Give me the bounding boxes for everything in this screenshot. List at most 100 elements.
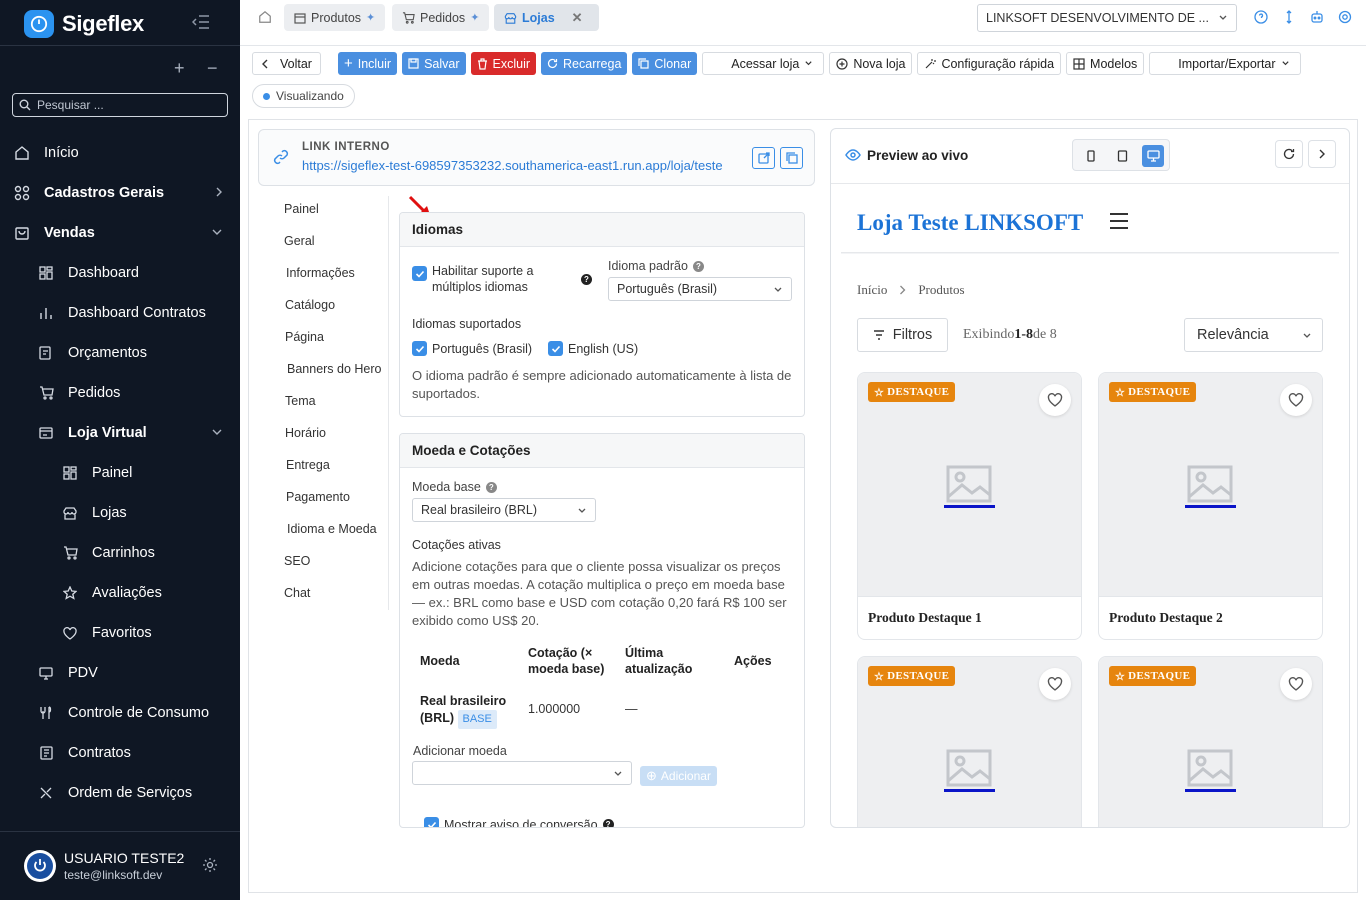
checkbox-checked-icon — [412, 341, 427, 356]
sort-select[interactable]: Relevância — [1184, 318, 1323, 352]
subnav-pagamento[interactable]: Pagamento — [286, 490, 350, 504]
sidebar-item-dashboard[interactable]: Dashboard — [0, 253, 240, 293]
subnav-chat[interactable]: Chat — [284, 586, 310, 600]
sidebar-item-lojas[interactable]: Lojas — [0, 493, 240, 533]
product-name[interactable]: Produto Destaque 1 — [858, 596, 1081, 638]
favorite-heart-icon[interactable] — [1039, 384, 1071, 416]
link-url[interactable]: https://sigeflex-test-698597353232.south… — [302, 158, 723, 173]
importar-exportar-button[interactable]: Importar/Exportar — [1149, 52, 1301, 75]
pin-icon[interactable]: ✦ — [366, 11, 375, 24]
favorite-heart-icon[interactable] — [1280, 668, 1312, 700]
subnav-horario[interactable]: Horário — [285, 426, 326, 440]
tab-lojas[interactable]: Lojas ✕ — [494, 4, 599, 31]
user-settings-icon[interactable] — [202, 857, 218, 873]
sidebar-item-vendas[interactable]: Vendas — [0, 213, 240, 253]
tab-pedidos[interactable]: Pedidos ✦ — [392, 4, 490, 31]
sidebar-item-cadastros-gerais[interactable]: Cadastros Gerais — [0, 173, 240, 213]
subnav-pagina[interactable]: Página — [285, 330, 324, 344]
desktop-view-icon[interactable] — [1142, 145, 1164, 167]
default-language-select[interactable]: Português (Brasil) — [608, 277, 792, 301]
robot-icon[interactable] — [1310, 10, 1324, 24]
excluir-button[interactable]: Excluir — [470, 52, 537, 75]
product-card[interactable]: ☆ DESTAQUE — [1098, 656, 1323, 827]
company-select[interactable]: LINKSOFT DESENVOLVIMENTO DE ... — [977, 4, 1237, 32]
sidebar-item-avaliacoes[interactable]: Avaliações — [0, 573, 240, 613]
subnav-tema[interactable]: Tema — [285, 394, 316, 408]
default-language-hint: O idioma padrão é sempre adicionado auto… — [412, 368, 792, 401]
help-icon[interactable] — [1254, 10, 1268, 24]
expand-all-button[interactable]: + — [174, 58, 185, 78]
favorite-heart-icon[interactable] — [1280, 384, 1312, 416]
subnav-catalogo[interactable]: Catálogo — [285, 298, 335, 312]
favorite-heart-icon[interactable] — [1039, 668, 1071, 700]
conversion-notice-checkbox[interactable]: Mostrar aviso de conversão ? — [424, 817, 614, 827]
collapse-sidebar-icon[interactable] — [192, 14, 210, 30]
sidebar-item-dashboard-contratos[interactable]: Dashboard Contratos — [0, 293, 240, 333]
sidebar-item-painel[interactable]: Painel — [0, 453, 240, 493]
help-icon[interactable]: ? — [485, 481, 497, 493]
sidebar-item-loja-virtual[interactable]: Loja Virtual — [0, 413, 240, 453]
sidebar-item-favoritos[interactable]: Favoritos — [0, 613, 240, 653]
clonar-button[interactable]: Clonar — [632, 52, 698, 75]
tab-produtos[interactable]: Produtos ✦ — [284, 4, 386, 31]
help-icon[interactable]: ? — [602, 819, 614, 827]
breadcrumb-item[interactable]: Início — [857, 282, 887, 298]
recarrega-button[interactable]: Recarrega — [541, 52, 628, 75]
product-card[interactable]: ☆ DESTAQUE — [857, 656, 1082, 827]
sidebar-item-carrinhos[interactable]: Carrinhos — [0, 533, 240, 573]
collapse-all-button[interactable]: − — [207, 58, 218, 78]
subnav-geral[interactable]: Geral — [284, 234, 315, 248]
base-currency-select[interactable]: Real brasileiro (BRL) — [412, 498, 596, 522]
subnav-seo[interactable]: SEO — [284, 554, 310, 568]
help-icon[interactable]: ? — [581, 274, 592, 285]
subnav-informacoes[interactable]: Informações — [286, 266, 355, 280]
settings-icon[interactable] — [1338, 10, 1352, 24]
product-card[interactable]: ☆ DESTAQUE Produto Destaque 2 — [1098, 372, 1323, 640]
sidebar-item-pdv[interactable]: PDV — [0, 653, 240, 693]
tablet-view-icon[interactable] — [1111, 145, 1133, 167]
resize-icon[interactable] — [1282, 10, 1296, 24]
language-option-pt[interactable]: Português (Brasil) — [412, 341, 532, 356]
sidebar-item-orcamentos[interactable]: Orçamentos — [0, 333, 240, 373]
incluir-button[interactable]: + Incluir — [337, 52, 398, 75]
next-button[interactable] — [1308, 140, 1336, 168]
subnav-idioma-moeda[interactable]: Idioma e Moeda — [287, 522, 377, 536]
sidebar-item-pedidos[interactable]: Pedidos — [0, 373, 240, 413]
home-icon[interactable] — [258, 10, 272, 24]
back-button[interactable]: Voltar — [252, 52, 321, 75]
filters-button[interactable]: Filtros — [857, 318, 948, 352]
modelos-button[interactable]: Modelos — [1066, 52, 1145, 75]
pin-icon[interactable]: ✦ — [470, 11, 479, 24]
mobile-view-icon[interactable] — [1080, 145, 1102, 167]
nova-loja-button[interactable]: Nova loja — [829, 52, 913, 75]
app-logo[interactable]: Sigeflex — [24, 10, 144, 38]
add-currency-select[interactable] — [412, 761, 632, 785]
user-profile[interactable]: USUARIO TESTE2 teste@linksoft.dev — [0, 831, 240, 900]
help-icon[interactable]: ? — [692, 260, 704, 272]
subnav-painel[interactable]: Painel — [284, 202, 319, 216]
product-card[interactable]: ☆ DESTAQUE Produto Destaque 1 — [857, 372, 1082, 640]
image-placeholder-icon — [1187, 749, 1233, 787]
store-name[interactable]: Loja Teste LINKSOFT — [857, 210, 1083, 236]
hamburger-menu-icon[interactable] — [1109, 212, 1129, 230]
sidebar-item-ordem-servicos[interactable]: Ordem de Serviços — [0, 773, 240, 813]
acessar-loja-button[interactable]: Acessar loja — [702, 52, 825, 75]
plus-icon: + — [343, 55, 353, 72]
close-tab-icon[interactable]: ✕ — [572, 10, 583, 26]
sidebar-item-controle-consumo[interactable]: Controle de Consumo — [0, 693, 240, 733]
sidebar-search-input[interactable]: Pesquisar ... — [12, 93, 228, 117]
configuracao-rapida-button[interactable]: Configuração rápida — [917, 52, 1062, 75]
multi-language-checkbox[interactable] — [412, 266, 427, 282]
refresh-preview-button[interactable] — [1275, 140, 1303, 168]
subnav-banners-hero[interactable]: Banners do Hero — [287, 362, 382, 376]
product-name[interactable]: Produto Destaque 2 — [1099, 596, 1322, 638]
sidebar-item-contratos[interactable]: Contratos — [0, 733, 240, 773]
open-link-button[interactable] — [752, 147, 775, 169]
sidebar-item-inicio[interactable]: Início — [0, 133, 240, 173]
add-currency-button[interactable]: ⊕ Adicionar — [640, 766, 717, 786]
subnav-entrega[interactable]: Entrega — [286, 458, 330, 472]
language-option-en[interactable]: English (US) — [548, 341, 638, 356]
cart-icon — [38, 385, 54, 401]
salvar-button[interactable]: Salvar — [402, 52, 466, 75]
copy-link-button[interactable] — [780, 147, 803, 169]
